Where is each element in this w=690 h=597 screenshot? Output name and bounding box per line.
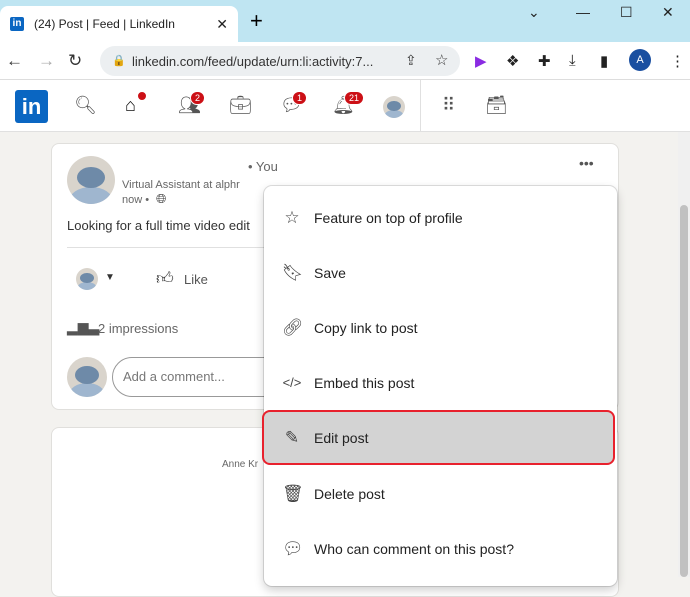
- messaging-icon[interactable]: 💬︎ 1: [280, 91, 308, 116]
- new-tab-button[interactable]: +: [250, 8, 263, 34]
- pencil-icon: ✎: [284, 427, 300, 447]
- trash-icon: 🗑︎: [282, 483, 304, 503]
- close-window-button[interactable]: ✕: [662, 4, 674, 21]
- menu-label: Delete post: [314, 485, 385, 502]
- menu-label: Who can comment on this post?: [314, 540, 514, 557]
- messaging-badge: 1: [292, 91, 308, 105]
- star-icon: ☆: [284, 207, 300, 227]
- network-icon[interactable]: 👥︎ 2: [178, 91, 206, 116]
- network-badge: 2: [190, 91, 206, 105]
- post-options-menu: ☆ Feature on top of profile 🔖︎ Save 🔗︎ Copy…: [262, 186, 617, 586]
- author-avatar[interactable]: [67, 156, 115, 204]
- back-icon[interactable]: ←: [6, 51, 23, 71]
- work-grid-icon[interactable]: ⠿: [442, 95, 455, 116]
- menu-label: Feature on top of profile: [314, 209, 463, 226]
- share-icon[interactable]: ⇪: [405, 52, 417, 69]
- author-headline: Virtual Assistant at alphr: [122, 179, 240, 191]
- linkedin-navbar: in 🔍︎ ⌂ 👥︎ 2 💼︎ 💬︎ 1 🔔︎ 21 ⠿ 🗃︎: [0, 80, 690, 132]
- menu-item-who-can-comment[interactable]: 💬︎ Who can comment on this post?: [264, 521, 617, 576]
- chevron-down-icon[interactable]: ▼: [105, 272, 115, 283]
- me-avatar[interactable]: [383, 96, 405, 118]
- menu-item-copy-link[interactable]: 🔗︎ Copy link to post: [264, 300, 617, 355]
- menu-item-edit-post[interactable]: ✎ Edit post: [262, 410, 615, 465]
- menu-label: Edit post: [314, 429, 369, 446]
- tab-title: (24) Post | Feed | LinkedIn: [34, 17, 175, 31]
- advertise-icon[interactable]: 🗃︎: [485, 95, 508, 116]
- menu-item-embed[interactable]: </> Embed this post: [264, 355, 617, 410]
- scrollbar-thumb[interactable]: [680, 205, 688, 577]
- menu-label: Copy link to post: [314, 319, 418, 336]
- divider: [420, 80, 421, 132]
- url-input[interactable]: 🔒 linkedin.com/feed/update/urn:li:activit…: [100, 46, 460, 76]
- next-author: Anne Kr: [222, 459, 259, 470]
- impressions-icon: ▂▆▃: [67, 319, 100, 335]
- search-icon[interactable]: 🔍︎: [74, 95, 97, 116]
- extensions-puzzle-icon[interactable]: ✚: [538, 52, 551, 70]
- commenter-avatar: [67, 357, 107, 397]
- browser-tab[interactable]: in (24) Post | Feed | LinkedIn ✕: [0, 6, 238, 42]
- maximize-button[interactable]: ☐: [620, 4, 633, 21]
- lock-icon: 🔒: [112, 55, 126, 67]
- globe-icon: 🌐︎: [156, 191, 167, 206]
- linkedin-favicon: in: [10, 17, 24, 31]
- download-icon[interactable]: ⤓: [569, 52, 576, 69]
- link-icon: 🔗︎: [282, 317, 304, 337]
- side-panel-icon[interactable]: ▮: [600, 52, 608, 70]
- reaction-avatar[interactable]: [76, 268, 98, 290]
- extension-icon[interactable]: ❖: [506, 52, 519, 70]
- notifications-badge: 21: [344, 91, 365, 105]
- like-icon[interactable]: 👍︎: [156, 268, 174, 289]
- tab-bar: in (24) Post | Feed | LinkedIn ✕ + ⌄ — ☐ ✕: [0, 0, 690, 42]
- menu-kebab-icon[interactable]: ⋮: [670, 52, 685, 70]
- home-badge: [137, 91, 147, 101]
- more-options-button[interactable]: •••: [579, 155, 594, 171]
- menu-item-feature[interactable]: ☆ Feature on top of profile: [264, 190, 617, 245]
- forward-icon[interactable]: →: [38, 51, 55, 71]
- post-time: now •: [122, 194, 150, 206]
- home-icon[interactable]: ⌂: [125, 91, 147, 116]
- menu-item-delete[interactable]: 🗑︎ Delete post: [264, 466, 617, 521]
- author-suffix: • You: [248, 159, 278, 174]
- profile-avatar[interactable]: A: [629, 49, 651, 71]
- bookmark-star-icon[interactable]: ☆: [435, 51, 448, 69]
- post-text: Looking for a full time video edit: [67, 218, 250, 233]
- url-text: linkedin.com/feed/update/urn:li:activity…: [132, 54, 374, 69]
- code-icon: </>: [282, 375, 302, 390]
- notifications-icon[interactable]: 🔔︎ 21: [332, 91, 365, 116]
- menu-item-save[interactable]: 🔖︎ Save: [264, 245, 617, 300]
- linkedin-logo[interactable]: in: [15, 90, 48, 123]
- bookmark-icon: 🔖︎: [282, 262, 304, 282]
- tab-search-icon[interactable]: ⌄: [528, 4, 540, 21]
- comment-icon: 💬︎: [282, 538, 304, 558]
- impressions-count[interactable]: 2 impressions: [98, 321, 178, 336]
- reload-icon[interactable]: ↻: [68, 51, 82, 71]
- menu-label: Embed this post: [314, 374, 415, 391]
- menu-label: Save: [314, 264, 346, 281]
- extension-play-icon[interactable]: ▶: [475, 52, 487, 70]
- close-tab-icon[interactable]: ✕: [216, 16, 228, 33]
- like-button[interactable]: Like: [184, 272, 208, 287]
- minimize-button[interactable]: —: [576, 4, 590, 20]
- jobs-icon[interactable]: 💼︎: [229, 95, 252, 116]
- address-bar-row: ← → ↻ 🔒 linkedin.com/feed/update/urn:li:a…: [0, 42, 690, 80]
